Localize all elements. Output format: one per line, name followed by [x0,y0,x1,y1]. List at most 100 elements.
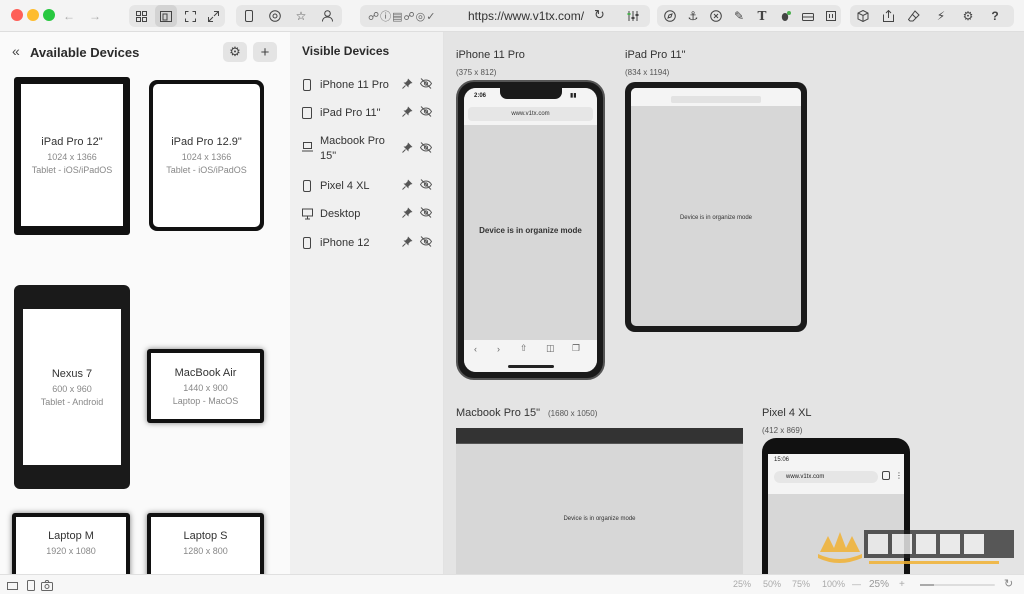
device-preview-title: iPhone 11 Pro [456,49,525,61]
url-text[interactable]: https://www.v1tx.com/ [468,9,584,23]
drive-icon[interactable] [799,5,817,27]
collapse-panel-icon[interactable]: « [12,43,20,59]
bug-icon[interactable] [776,5,794,27]
visible-device-item[interactable]: Macbook Pro 15" [300,134,440,166]
zoom-option[interactable]: 100% [822,579,845,589]
ipad-screen[interactable]: Device is in organize mode [631,88,801,326]
zoom-slider[interactable] [920,584,995,586]
desktop-view-icon[interactable] [7,579,18,594]
close-circle-icon[interactable] [707,5,725,27]
pin-icon[interactable] [402,179,413,193]
pin-icon[interactable] [402,78,413,92]
add-device-button[interactable]: + [253,42,277,62]
hide-icon[interactable] [419,236,433,250]
zoom-window-button[interactable] [43,9,55,21]
back-icon[interactable]: ← [60,5,78,27]
zoom-out-button[interactable]: — [852,579,861,589]
device-frame[interactable]: iPad Pro 12" 1024 x 1366 Tablet - iOS/iP… [14,77,130,235]
pin-icon[interactable] [402,106,413,120]
star-icon[interactable]: ☆ [292,5,310,27]
visible-device-item[interactable]: iPhone 12 [300,236,440,252]
fullscreen-icon[interactable] [180,5,200,27]
hide-icon[interactable] [419,207,433,221]
user-icon[interactable] [318,5,336,27]
visible-device-label: Macbook Pro 15" [320,135,385,162]
zoom-option[interactable]: 25% [733,579,751,589]
iphone-frame[interactable]: 2:06 ▮▮ www.v1tx.com Device is in organi… [456,80,605,380]
minimize-window-button[interactable] [27,9,39,21]
pin-icon[interactable] [402,207,413,221]
reload-icon[interactable]: ↻ [594,7,605,23]
ipad-frame[interactable]: Device is in organize mode [625,82,807,332]
rotate-icon[interactable]: ↻ [1004,577,1013,590]
pen-icon[interactable]: ✎ [730,5,748,27]
panel-settings-button[interactable]: ⚙ [223,42,247,62]
device-resolution: 600 x 960 [52,383,92,394]
device-card-macbook-air[interactable]: MacBook Air 1440 x 900 Laptop - MacOS [151,353,260,419]
mobile-view-icon[interactable] [27,578,35,594]
chrome-icon[interactable] [266,5,284,27]
anchor-icon[interactable]: ⚓ [684,5,702,27]
eraser-icon[interactable] [905,5,923,27]
sliders-icon[interactable] [622,5,644,27]
hide-icon[interactable] [419,78,433,92]
pin-icon[interactable] [402,236,413,250]
visible-device-item[interactable]: iPhone 11 Pro [300,78,440,94]
split-layout-icon[interactable] [155,5,177,27]
pin-icon[interactable] [402,142,413,156]
hide-icon[interactable] [419,142,433,156]
help-icon[interactable]: ? [986,5,1004,27]
device-card-ipad-pro-12[interactable]: iPad Pro 12" 1024 x 1366 Tablet - iOS/iP… [21,84,123,226]
iphone-screen[interactable]: 2:06 ▮▮ www.v1tx.com Device is in organi… [464,88,597,372]
device-frame[interactable]: Laptop S 1280 x 800 [147,513,264,574]
device-card-laptop-s[interactable]: Laptop S 1280 x 800 [151,517,260,574]
tabs-icon[interactable] [882,471,890,480]
forward-icon[interactable]: → [86,5,104,27]
pause-icon[interactable] [822,5,840,27]
device-frame[interactable]: iPad Pro 12.9" 1024 x 1366 Tablet - iOS/… [149,80,264,231]
device-card-laptop-m[interactable]: Laptop M 1920 x 1080 [16,517,126,574]
macbook-screen[interactable]: Device is in organize mode [456,444,743,574]
visible-device-item[interactable]: Desktop [300,207,440,223]
ipad-url-bar[interactable] [671,96,761,103]
compass-icon[interactable] [661,5,679,27]
tabs-icon[interactable]: ❐ [572,343,580,354]
visible-device-item[interactable]: iPad Pro 11" [300,106,440,122]
visible-device-label: Desktop [320,208,361,220]
camera-icon[interactable] [41,578,53,594]
text-icon[interactable]: T [753,5,771,27]
export-icon[interactable] [879,5,897,27]
device-frame[interactable]: Nexus 7 600 x 960 Tablet - Android [14,285,130,489]
pixel-url-bar[interactable]: www.v1tx.com [774,471,878,483]
device-card-ipad-pro-129[interactable]: iPad Pro 12.9" 1024 x 1366 Tablet - iOS/… [153,84,260,227]
back-icon[interactable]: ‹ [474,344,477,354]
device-type: Tablet - iOS/iPadOS [31,164,113,175]
plus-icon: + [260,43,270,61]
mobile-icon[interactable] [240,5,258,27]
macbook-frame[interactable]: Device is in organize mode [456,428,743,574]
iphone-url-bar[interactable]: www.v1tx.com [468,107,593,121]
share-icon[interactable]: ⇧ [520,343,528,354]
hide-icon[interactable] [419,106,433,120]
device-card-nexus-7[interactable]: Nexus 7 600 x 960 Tablet - Android [23,309,121,465]
lightning-icon[interactable]: ⚡ [932,5,950,27]
gear-icon[interactable]: ⚙ [959,5,977,27]
macbook-browser-header [456,428,743,444]
cube-icon[interactable] [854,5,872,27]
close-window-button[interactable] [11,9,23,21]
zoom-in-button[interactable]: + [899,579,905,590]
zoom-option[interactable]: 50% [763,579,781,589]
visible-device-item[interactable]: Pixel 4 XL [300,179,440,195]
forward-icon[interactable]: › [497,344,500,354]
device-frame[interactable]: Laptop M 1920 x 1080 [12,513,130,574]
expand-icon[interactable] [203,5,223,27]
url-bar[interactable]: ☍ⓘ▤☍◎✓ https://www.v1tx.com/ ↻ [360,5,650,27]
menu-icon[interactable]: ⋮ [895,471,903,480]
device-resolution: 1024 x 1366 [47,151,97,162]
device-frame[interactable]: MacBook Air 1440 x 900 Laptop - MacOS [147,349,264,423]
grid-layout-icon[interactable] [131,5,151,27]
zoom-option[interactable]: 75% [792,579,810,589]
zoom-slider-fill [920,584,934,586]
hide-icon[interactable] [419,179,433,193]
bookmarks-icon[interactable]: ◫ [546,343,555,354]
